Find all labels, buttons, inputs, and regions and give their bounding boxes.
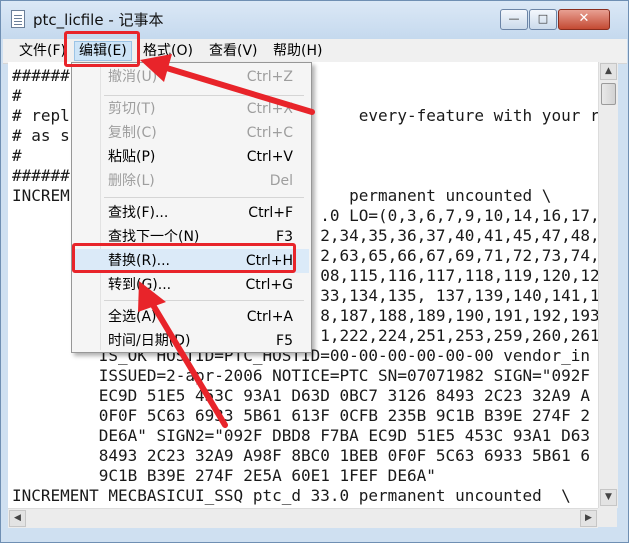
arrow-to-replace-item [147,297,228,428]
arrow-to-edit-menu [157,63,315,115]
arrow-head-edit-icon [140,54,172,82]
annotation-arrows [138,54,315,428]
